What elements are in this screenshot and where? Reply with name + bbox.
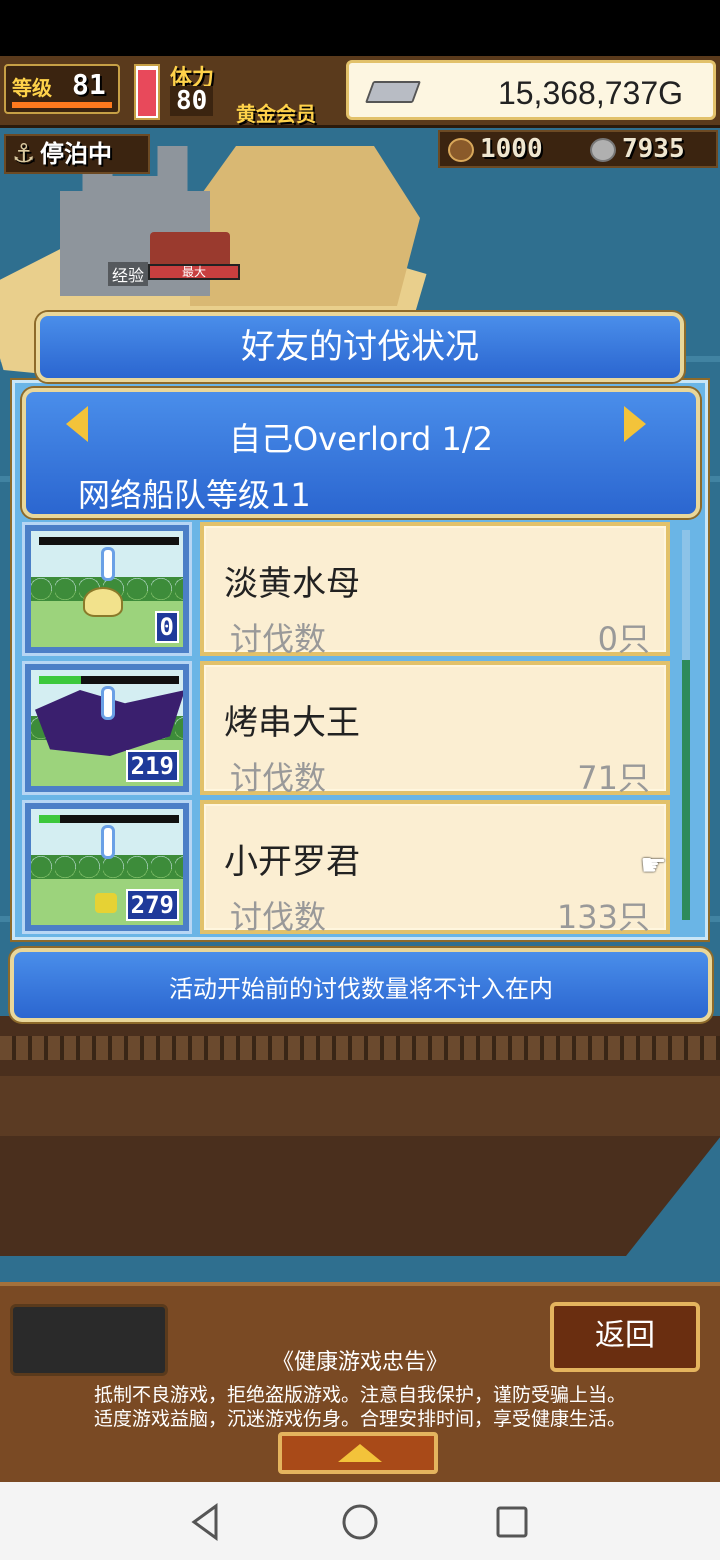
resource-1-value: 1000 (480, 134, 543, 164)
status-bar (0, 0, 720, 56)
monster-thumbnail: 279 (22, 800, 192, 934)
monster-list[interactable]: 0 淡黄水母 讨伐数 0只 219 烤串大王 讨伐数 71只 279 小开罗君 … (22, 522, 692, 936)
stamina-gauge-fill (138, 70, 156, 116)
jellyfish-icon (83, 587, 123, 617)
resource-2-value: 7935 (622, 134, 685, 164)
exclamation-icon (101, 686, 115, 720)
up-arrow-icon (338, 1444, 382, 1462)
level-box: 等级 81 (4, 64, 120, 114)
docked-label: 停泊中 (40, 140, 112, 168)
level-value: 81 (72, 68, 106, 101)
kill-count-value: 71只 (577, 759, 650, 797)
exp-tag: 经验 (108, 262, 149, 286)
stamina-value: 80 (170, 86, 214, 116)
advice-line-2: 适度游戏益脑，沉迷游戏伤身。合理安排时间，享受健康生活。 (93, 1408, 626, 1430)
ore-icon (590, 138, 616, 162)
resources-bar: 1000 7935 (438, 130, 718, 168)
chick-icon (95, 893, 117, 913)
list-item[interactable]: 279 小开罗君 讨伐数 133只 (22, 800, 672, 936)
dialog-title: 好友的讨伐状况 (36, 312, 684, 382)
gold-value: 15,368,737G (497, 75, 683, 111)
kill-count-label: 讨伐数 (230, 620, 327, 658)
back-nav-icon[interactable] (186, 1502, 226, 1542)
thumb-count: 219 (125, 750, 179, 782)
footer: 返回 《健康游戏忠告》 抵制不良游戏，拒绝盗版游戏。注意自我保护，谨防受骗上当。… (0, 1282, 720, 1482)
kill-count-value: 0只 (597, 620, 650, 658)
monster-card[interactable]: 小开罗君 讨伐数 133只 (200, 800, 670, 936)
monster-card[interactable]: 淡黄水母 讨伐数 0只 (200, 522, 670, 658)
material-icon (448, 138, 474, 162)
exclamation-icon (101, 825, 115, 859)
silver-bar-icon (364, 81, 422, 103)
anchor-icon: ⚓ (12, 139, 36, 169)
ship-deck (0, 1076, 720, 1136)
header-subtitle: 网络船队等级11 (78, 476, 311, 514)
expand-button[interactable] (278, 1432, 438, 1474)
kill-count-label: 讨伐数 (230, 759, 327, 797)
gold-box: 15,368,737G (346, 60, 716, 120)
monster-name: 小开罗君 (224, 842, 360, 882)
hp-bar (39, 537, 179, 545)
sand-hill (190, 146, 420, 306)
advice-line-1: 抵制不良游戏，拒绝盗版游戏。注意自我保护，谨防受骗上当。 (93, 1384, 626, 1406)
hp-bar-fill (39, 676, 81, 684)
exclamation-icon (101, 547, 115, 581)
arrow-right-icon[interactable] (624, 406, 646, 442)
home-nav-icon[interactable] (340, 1502, 380, 1542)
list-item[interactable]: 0 淡黄水母 讨伐数 0只 (22, 522, 672, 658)
notice-banner: 活动开始前的讨伐数量将不计入在内 (10, 948, 712, 1022)
list-item[interactable]: 219 烤串大王 讨伐数 71只 (22, 661, 672, 797)
hud: 等级 81 体力 80 黄金会员 15,368,737G (0, 56, 720, 128)
ship-rail (0, 1036, 720, 1060)
recents-nav-icon[interactable] (492, 1502, 532, 1542)
monster-name: 淡黄水母 (224, 564, 360, 604)
scrollbar[interactable] (682, 530, 690, 920)
member-label: 黄金会员 (236, 102, 316, 126)
kill-count-label: 讨伐数 (230, 898, 327, 936)
monster-card[interactable]: 烤串大王 讨伐数 71只 (200, 661, 670, 797)
exp-bar: 最大 (148, 264, 240, 280)
hp-bar (39, 676, 179, 684)
hp-bar-fill (39, 815, 60, 823)
advice-title: 《健康游戏忠告》 (271, 1350, 448, 1375)
monster-name: 烤串大王 (224, 703, 360, 743)
pointer-hand-icon: ☛ (640, 848, 667, 883)
monster-thumbnail: 219 (22, 661, 192, 795)
monster-thumbnail: 0 (22, 522, 192, 656)
dialog-header: 自己Overlord 1/2 网络船队等级11 (22, 388, 700, 518)
scrollbar-thumb[interactable] (682, 660, 690, 920)
level-label: 等级 (12, 76, 52, 100)
docked-status: ⚓ 停泊中 (4, 134, 150, 174)
stamina-gauge (134, 64, 160, 120)
header-title: 自己Overlord 1/2 (228, 420, 494, 458)
thumb-count: 279 (125, 889, 179, 921)
hp-bar (39, 815, 179, 823)
kill-count-value: 133只 (556, 898, 650, 936)
thumb-count: 0 (154, 611, 179, 643)
level-progress-bar (12, 102, 112, 108)
navigation-bar (0, 1482, 720, 1560)
